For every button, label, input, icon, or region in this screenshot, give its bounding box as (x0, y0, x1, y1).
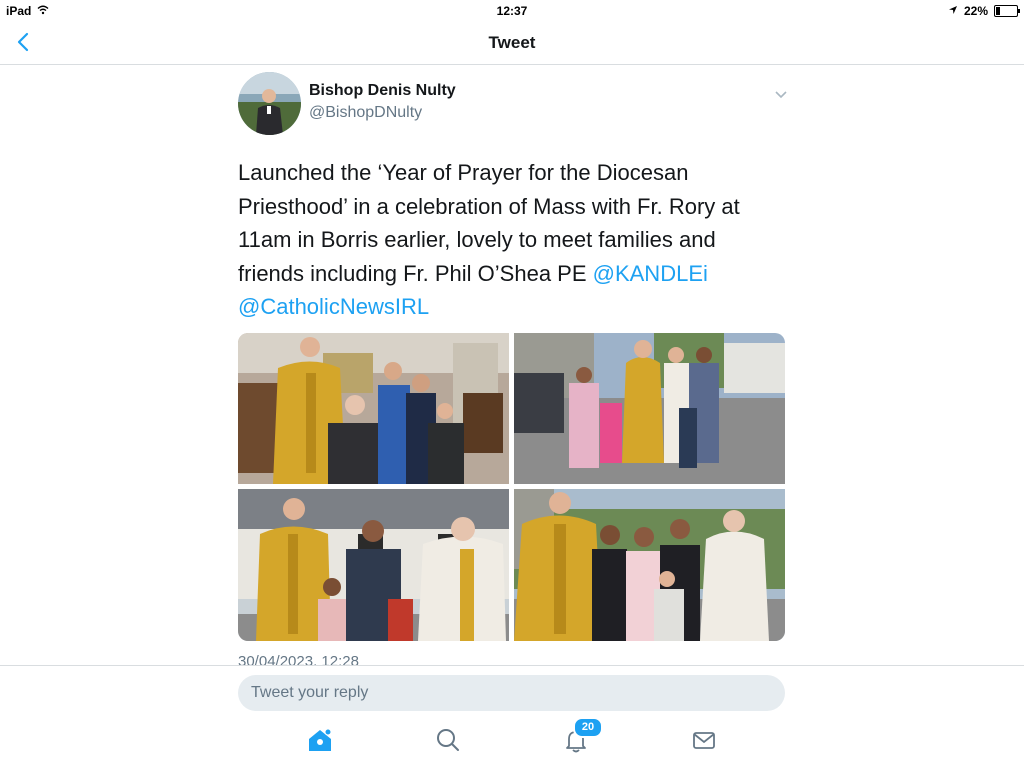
chevron-down-icon (775, 91, 787, 99)
tab-messages[interactable] (690, 726, 718, 754)
status-bar: iPad 12:37 22% (0, 0, 1024, 22)
status-right: 22% (948, 4, 1020, 18)
photo-3[interactable] (238, 489, 509, 641)
mention-catholicnewsirl[interactable]: @CatholicNewsIRL (238, 294, 429, 319)
battery-fill (996, 7, 1000, 15)
photo-2[interactable] (514, 333, 785, 484)
reply-input[interactable] (238, 675, 771, 711)
tab-search[interactable] (434, 726, 462, 754)
battery-percent: 22% (963, 4, 988, 18)
tab-notifications[interactable]: 20 (562, 717, 603, 754)
avatar[interactable] (238, 72, 301, 135)
tweet-options-button[interactable] (774, 87, 788, 101)
notifications-badge: 20 (573, 717, 603, 738)
photo-4[interactable] (514, 489, 785, 641)
author-name[interactable]: Bishop Denis Nulty (309, 82, 456, 100)
battery-icon (994, 5, 1020, 17)
reply-box (238, 675, 785, 711)
tab-bar: 20 (0, 717, 1024, 762)
search-icon (437, 729, 459, 751)
photo-grid (238, 333, 785, 641)
mention-kandlei[interactable]: @KANDLEi (593, 261, 708, 286)
tab-home[interactable] (306, 726, 334, 754)
photo-1[interactable] (238, 333, 509, 484)
tweet-timestamp: 30/04/2023, 12:28 (238, 653, 359, 665)
home-icon (309, 728, 332, 751)
page-title: Tweet (488, 33, 536, 52)
location-icon (948, 4, 958, 18)
author-handle[interactable]: @BishopDNulty (309, 104, 422, 122)
nav-bar: Tweet (0, 22, 1024, 65)
status-time: 12:37 (496, 4, 528, 18)
messages-icon (693, 732, 715, 749)
tweet-text: Launched the ‘Year of Prayer for the Dio… (238, 156, 785, 324)
bottom-bar: 20 (0, 665, 1024, 769)
